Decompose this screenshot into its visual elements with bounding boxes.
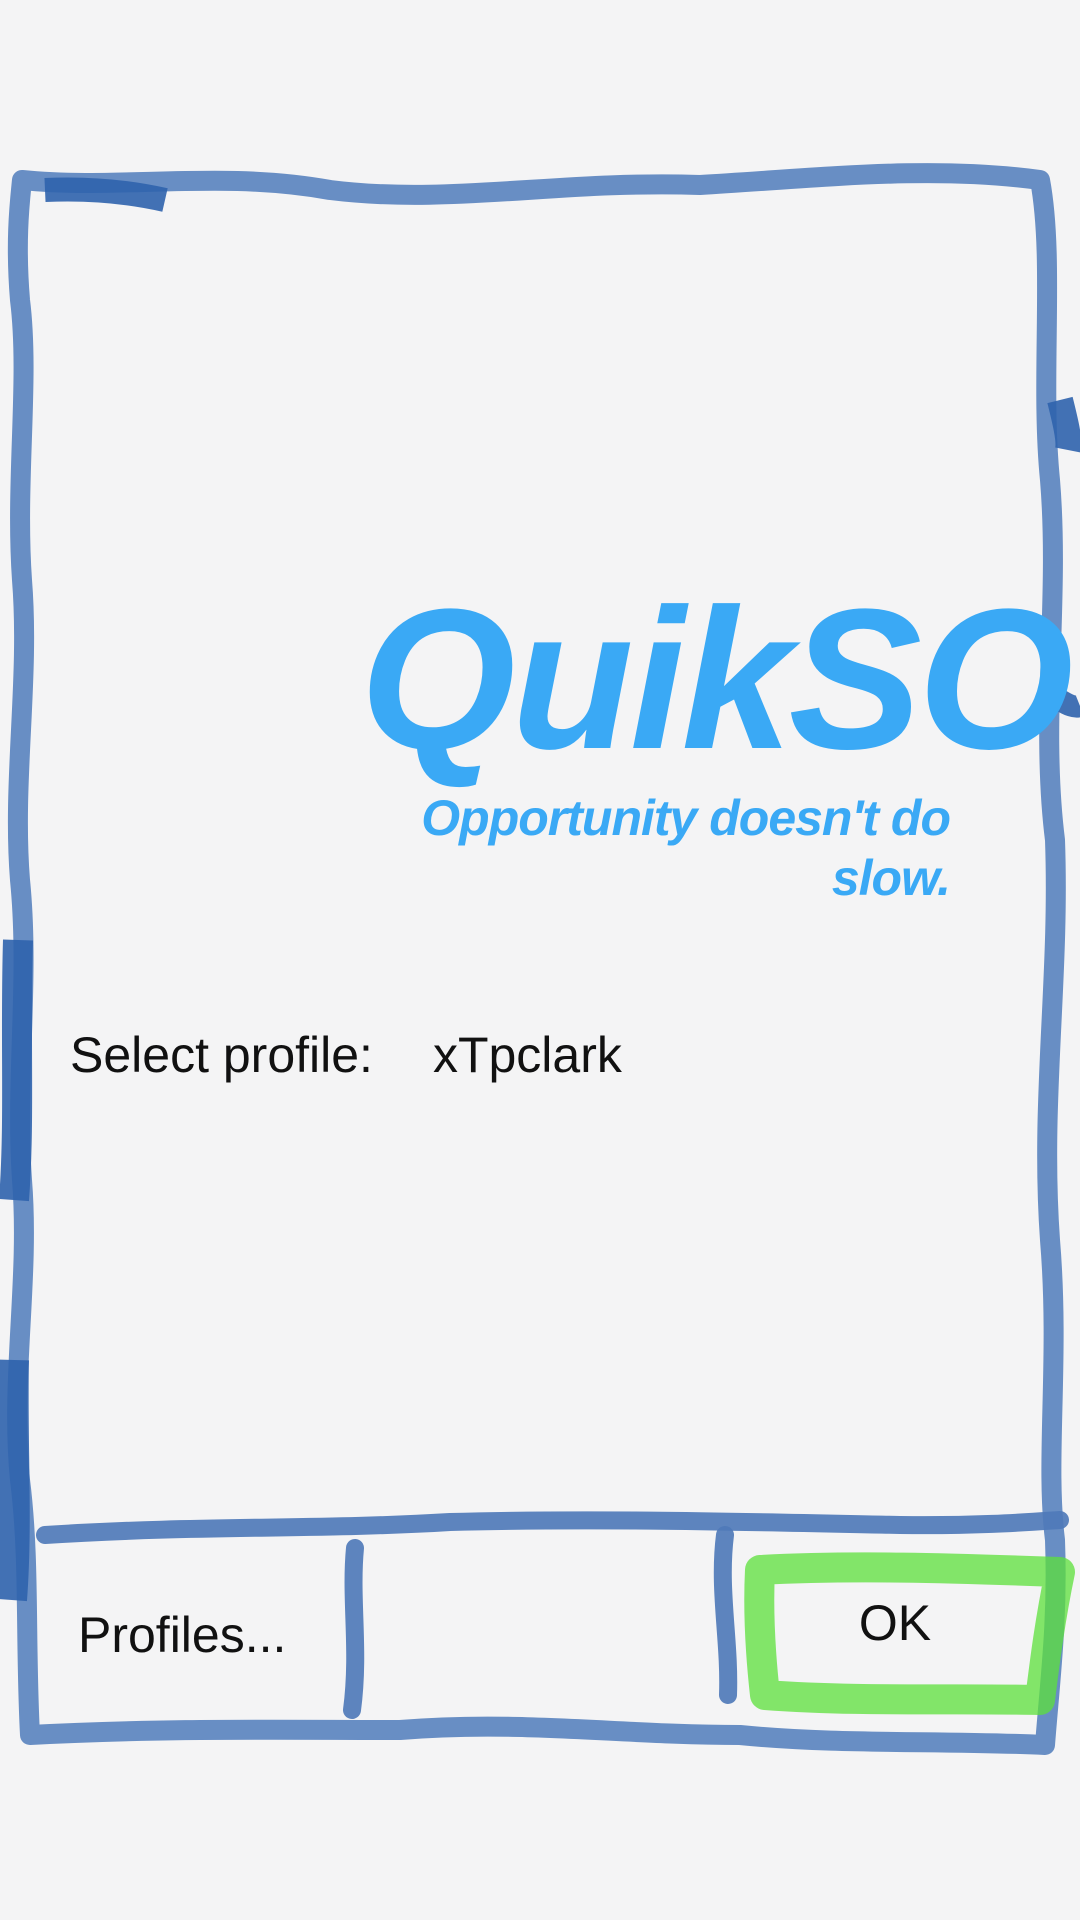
ok-button[interactable]: OK bbox=[760, 1560, 1030, 1685]
marker-accent-1 bbox=[44, 177, 168, 212]
profile-label: Select profile: bbox=[70, 1027, 373, 1083]
button-separator-right bbox=[713, 1526, 738, 1704]
button-divider-stroke bbox=[36, 1511, 1069, 1544]
outer-frame-stroke bbox=[7, 163, 1066, 1755]
profiles-button[interactable]: Profiles... bbox=[40, 1555, 340, 1715]
marker-accent-4 bbox=[0, 939, 33, 1202]
profile-dropdown[interactable]: xTpclark bbox=[433, 1026, 622, 1084]
marker-accent-2 bbox=[1047, 396, 1080, 453]
marker-accent-5 bbox=[0, 1359, 30, 1602]
profile-selector-row: Select profile: xTpclark bbox=[70, 1020, 622, 1090]
logo-tagline: Opportunity doesn't do slow. bbox=[421, 790, 951, 906]
button-separator-left bbox=[343, 1539, 365, 1719]
ok-button-label: OK bbox=[858, 1594, 932, 1651]
profiles-button-label: Profiles... bbox=[78, 1607, 287, 1663]
logo-title: QuikSO bbox=[360, 568, 1074, 791]
app-screen: QuikSO Opportunity doesn't do slow. Sele… bbox=[0, 0, 1080, 1920]
app-logo: QuikSO Opportunity doesn't do slow. bbox=[360, 568, 1074, 908]
